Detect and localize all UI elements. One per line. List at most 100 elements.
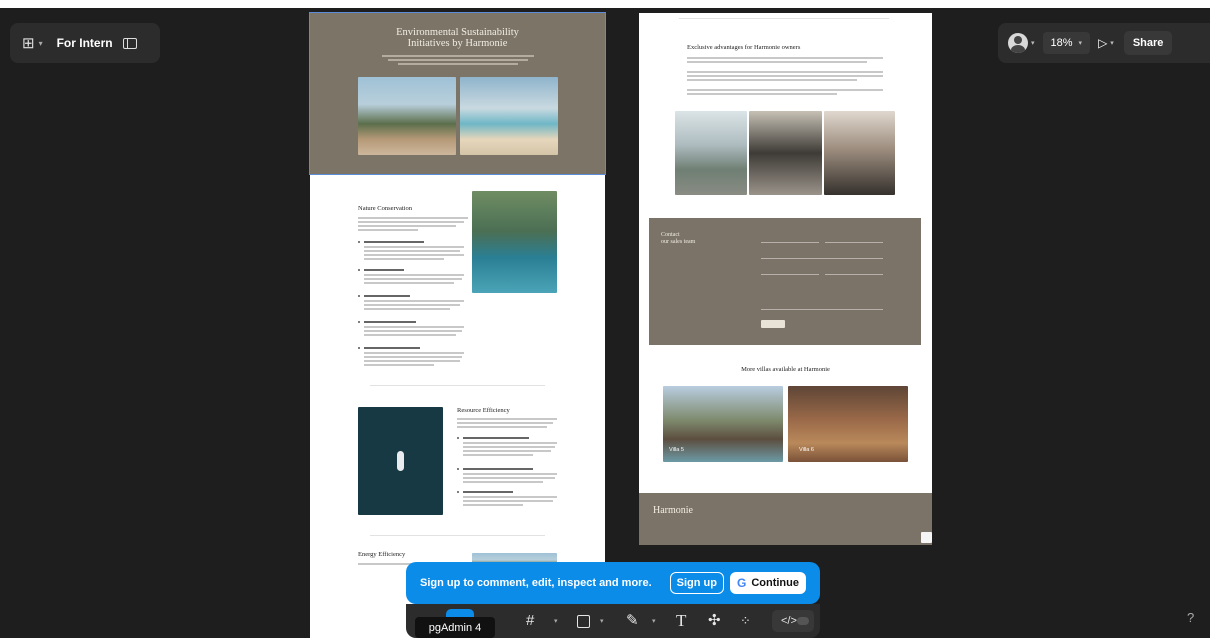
frame-villa[interactable]: Exclusive advantages for Harmonie owners… <box>639 13 932 545</box>
continue-button[interactable]: G Continue <box>729 572 806 594</box>
bullet-title <box>364 269 404 271</box>
text-line <box>457 426 547 428</box>
beach-photo <box>460 77 558 155</box>
bullet-title <box>463 491 513 493</box>
text-line <box>457 418 557 420</box>
signup-banner: Sign up to comment, edit, inspect and mo… <box>406 562 820 604</box>
divider <box>679 18 889 19</box>
continue-label: Continue <box>751 577 799 589</box>
text-line <box>463 442 557 444</box>
submit-button[interactable] <box>761 320 785 328</box>
contact-title-line: Contact <box>661 232 680 238</box>
deck-photo <box>824 111 895 195</box>
sidebar-toggle-icon[interactable] <box>122 37 137 49</box>
frame-tool-icon[interactable]: # <box>526 612 534 630</box>
text-line <box>364 258 444 260</box>
message-field[interactable] <box>761 309 883 310</box>
text-line <box>364 334 456 336</box>
palms-photo <box>358 77 456 155</box>
phone-field[interactable] <box>761 274 819 275</box>
hero-title-line: Initiatives by Harmonie <box>407 38 508 49</box>
text-line <box>687 75 883 77</box>
last-name-field[interactable] <box>825 242 883 243</box>
boat-shape <box>397 451 404 471</box>
contact-title: Contact our sales team <box>661 232 695 246</box>
text-line <box>364 282 454 284</box>
avatar[interactable] <box>1008 33 1028 53</box>
text-line <box>358 221 464 223</box>
text-line <box>463 454 533 456</box>
section-title: Resource Efficiency <box>457 407 510 414</box>
text-line <box>463 500 553 502</box>
text-line <box>364 356 462 358</box>
contact-section: Contact our sales team <box>649 218 921 345</box>
recaptcha-badge <box>921 532 932 543</box>
help-button[interactable]: ? <box>1187 610 1194 625</box>
first-name-field[interactable] <box>761 242 819 243</box>
bullet-title <box>463 468 533 470</box>
bullet <box>358 269 360 271</box>
text-line <box>364 308 450 310</box>
zoom-dropdown[interactable]: 18% ▾ <box>1042 32 1091 54</box>
frame-sustainability[interactable]: Environmental Sustainability Initiatives… <box>310 13 605 638</box>
app-tooltip: pgAdmin 4 <box>415 617 495 638</box>
bullet-title <box>364 347 420 349</box>
text-line <box>687 79 857 81</box>
section-title: Nature Conservation <box>358 205 412 212</box>
dev-mode-toggle[interactable]: </> <box>772 610 814 632</box>
text-line <box>364 250 460 252</box>
shape-tool-icon[interactable] <box>577 615 590 628</box>
file-name[interactable]: For Intern <box>57 36 113 50</box>
text-line <box>364 274 464 276</box>
text-line <box>364 246 464 248</box>
villas-title: More villas available at Harmonie <box>741 366 830 373</box>
canvas[interactable]: ⊞ ▾ For Intern ▾ 18% ▾ ▷ ▾ Share Environ… <box>0 0 1210 638</box>
chevron-down-icon[interactable]: ▾ <box>1110 39 1114 47</box>
bullet <box>457 437 459 439</box>
text-line <box>687 89 883 91</box>
text-tool-icon[interactable]: T <box>676 612 686 630</box>
text-line <box>364 278 462 280</box>
text-line <box>358 229 418 231</box>
text-line <box>463 450 551 452</box>
share-button[interactable]: Share <box>1123 31 1173 55</box>
text-line <box>687 71 883 73</box>
file-panel: ⊞ ▾ For Intern <box>10 23 160 63</box>
bullet-title <box>364 241 424 243</box>
text-line <box>463 446 555 448</box>
email-field[interactable] <box>761 258 883 259</box>
hero-section: Environmental Sustainability Initiatives… <box>310 13 605 175</box>
bullet <box>358 347 360 349</box>
hero-text-line <box>398 63 518 65</box>
text-line <box>364 300 464 302</box>
actions-tool-icon[interactable]: ⁘ <box>740 612 751 630</box>
text-line <box>687 93 837 95</box>
text-line <box>463 473 557 475</box>
play-icon[interactable]: ▷ <box>1098 36 1107 50</box>
banner-message: Sign up to comment, edit, inspect and mo… <box>420 577 652 589</box>
country-field[interactable] <box>825 274 883 275</box>
chevron-down-icon[interactable]: ▾ <box>39 39 43 48</box>
text-line <box>687 57 883 59</box>
contact-title-line: our sales team <box>661 239 696 245</box>
hero-title-line: Environmental Sustainability <box>396 27 519 38</box>
bullet-title <box>463 437 529 439</box>
text-line <box>364 254 464 256</box>
villa-label: Villa 6 <box>799 447 814 453</box>
chevron-down-icon[interactable]: ▾ <box>554 617 558 625</box>
chevron-down-icon[interactable]: ▾ <box>600 617 604 625</box>
text-line <box>364 364 434 366</box>
top-strip <box>0 0 1210 8</box>
sign-up-button[interactable]: Sign up <box>669 572 724 594</box>
footer-logo: Harmonie <box>653 505 693 516</box>
mountain-photo <box>675 111 747 195</box>
figma-logo-icon[interactable]: ⊞ <box>22 34 35 52</box>
villa-label: Villa 5 <box>669 447 684 453</box>
bullet <box>358 321 360 323</box>
chevron-down-icon[interactable]: ▾ <box>652 617 656 625</box>
pen-tool-icon[interactable]: ✎ <box>626 612 639 630</box>
text-line <box>364 352 464 354</box>
chevron-down-icon[interactable]: ▾ <box>1031 39 1035 47</box>
component-tool-icon[interactable]: ✣ <box>708 612 721 630</box>
google-icon: G <box>736 576 747 590</box>
